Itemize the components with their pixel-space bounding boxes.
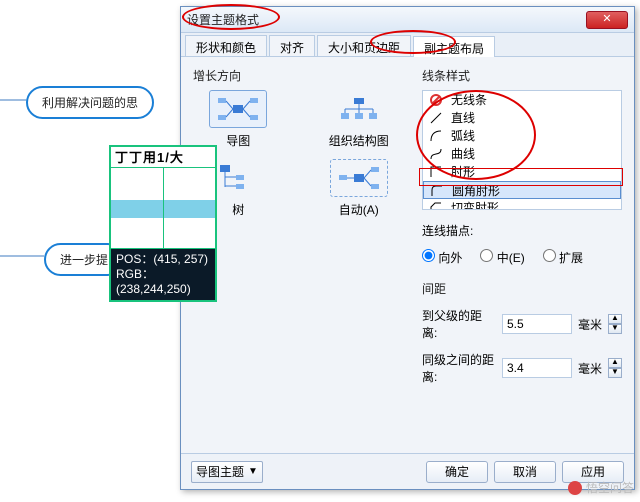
chevron-down-icon: ▼ xyxy=(248,466,258,477)
anchor-label: 连线描点: xyxy=(422,222,473,239)
shear-elbow-icon xyxy=(429,201,443,210)
watermark-icon xyxy=(568,481,582,495)
arc-line-icon xyxy=(429,129,443,143)
line-curve[interactable]: 曲线 xyxy=(423,145,621,163)
dialog-title: 设置主题格式 xyxy=(187,11,586,28)
inspector-zoom xyxy=(111,167,215,249)
tab-size-margin[interactable]: 大小和页边距 xyxy=(317,35,411,56)
line-straight[interactable]: 直线 xyxy=(423,109,621,127)
dialog-titlebar: 设置主题格式 ✕ xyxy=(181,7,634,33)
tab-align[interactable]: 对齐 xyxy=(269,35,315,56)
parent-distance-label: 到父级的距离: xyxy=(422,307,496,341)
curve-line-icon xyxy=(429,147,443,161)
growth-org-chart[interactable]: 组织结构图 xyxy=(314,90,405,149)
line-rounded-elbow[interactable]: 圆角肘形 xyxy=(423,181,621,199)
bg-node-1: 利用解决问题的思 xyxy=(26,86,154,119)
inspector-readout: POS：(415, 257) RGB：(238,244,250) xyxy=(111,249,215,300)
line-elbow[interactable]: 肘形 xyxy=(423,163,621,181)
close-button[interactable]: ✕ xyxy=(586,11,628,29)
tab-subtopic-layout[interactable]: 副主题布局 xyxy=(413,36,495,57)
auto-layout-icon xyxy=(337,165,381,191)
no-line-icon xyxy=(429,93,443,107)
growth-auto[interactable]: 自动(A) xyxy=(314,159,405,218)
theme-combo[interactable]: 导图主题▼ xyxy=(191,461,263,483)
cancel-button[interactable]: 取消 xyxy=(494,461,556,483)
inspector-header: 丁丁用1/大 xyxy=(111,147,215,167)
line-shear-elbow[interactable]: 切变肘形 xyxy=(423,199,621,210)
line-arc[interactable]: 弧线 xyxy=(423,127,621,145)
watermark: 悟空问答 xyxy=(568,479,634,496)
tab-shape-color[interactable]: 形状和颜色 xyxy=(185,35,267,56)
growth-map[interactable]: 导图 xyxy=(193,90,284,149)
ok-button[interactable]: 确定 xyxy=(426,461,488,483)
pixel-inspector: 丁丁用1/大 POS：(415, 257) RGB：(238,244,250) xyxy=(109,145,217,302)
anchor-center[interactable]: 中(E) xyxy=(480,249,524,266)
anchor-extend[interactable]: 扩展 xyxy=(543,249,583,266)
straight-line-icon xyxy=(429,111,443,125)
line-style-list[interactable]: 无线条 直线 弧线 曲线 肘形 圆角肘形 切变肘形 xyxy=(422,90,622,210)
parent-distance-input[interactable] xyxy=(502,314,572,334)
map-layout-icon xyxy=(216,96,260,122)
dialog-button-row: 导图主题▼ 确定 取消 应用 xyxy=(181,453,634,489)
line-none[interactable]: 无线条 xyxy=(423,91,621,109)
spacing-label: 间距 xyxy=(422,280,622,297)
theme-format-dialog: 设置主题格式 ✕ 形状和颜色 对齐 大小和页边距 副主题布局 增长方向 导图 xyxy=(180,6,635,490)
elbow-line-icon xyxy=(429,165,443,179)
line-style-label: 线条样式 xyxy=(422,67,622,84)
parent-dist-down[interactable]: ▼ xyxy=(608,324,622,334)
rounded-elbow-icon xyxy=(430,184,444,198)
tree-layout-icon xyxy=(216,163,260,193)
sibling-dist-down[interactable]: ▼ xyxy=(608,368,622,378)
sibling-distance-input[interactable] xyxy=(502,358,572,378)
org-chart-icon xyxy=(337,96,381,122)
sibling-distance-label: 同级之间的距离: xyxy=(422,351,496,385)
growth-direction-label: 增长方向 xyxy=(193,67,404,84)
anchor-outward[interactable]: 向外 xyxy=(422,249,462,266)
anchor-radios: 向外 中(E) 扩展 xyxy=(422,249,622,266)
dialog-tabs: 形状和颜色 对齐 大小和页边距 副主题布局 xyxy=(181,33,634,57)
